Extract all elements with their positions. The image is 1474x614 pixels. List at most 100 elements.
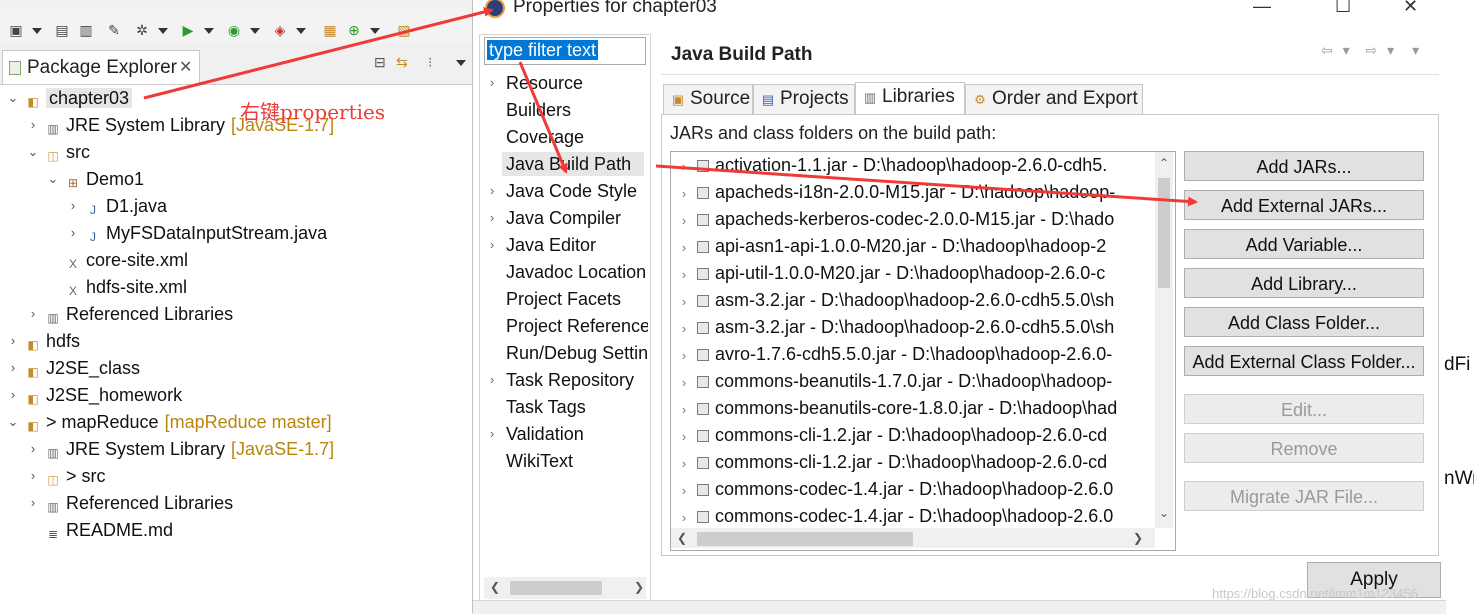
nav-item[interactable]: Task Tags (506, 395, 648, 419)
tree-item[interactable]: › ◫ > src (31, 463, 106, 489)
page-menu-icon[interactable]: ▾ (1412, 42, 1419, 58)
chevron-right-icon[interactable]: › (671, 369, 697, 396)
jar-list-vertical-scrollbar[interactable]: ⌃ ⌄ (1155, 152, 1173, 528)
nav-item[interactable]: Project Facets (506, 287, 648, 311)
scroll-thumb[interactable] (697, 532, 913, 546)
chevron-right-icon[interactable]: › (66, 220, 80, 246)
tree-item[interactable]: Xcore-site.xml (66, 247, 188, 273)
add-external-class-folder-button[interactable]: Add External Class Folder... (1184, 346, 1424, 376)
new-java-project-icon[interactable]: ▦ (322, 22, 338, 38)
jar-list-item[interactable]: › commons-cli-1.2.jar - D:\hadoop\hadoop-… (671, 422, 1107, 449)
edit-button[interactable]: Edit... (1184, 394, 1424, 424)
chevron-right-icon[interactable]: › (671, 315, 697, 342)
scroll-right-icon[interactable]: ❯ (634, 580, 644, 594)
jar-list-item[interactable]: › api-asn1-api-1.0.0-M20.jar - D:\hadoop\… (671, 233, 1106, 260)
new-java-class-icon[interactable]: ⊕ (346, 22, 362, 38)
chevron-right-icon[interactable]: › (26, 436, 40, 462)
chevron-down-icon[interactable]: ▾ (1387, 42, 1394, 58)
chevron-right-icon[interactable]: › (490, 179, 494, 203)
tree-item[interactable]: ⌄ ◧ > mapReduce [mapReduce master] (8, 409, 332, 435)
scroll-thumb[interactable] (510, 581, 602, 595)
nav-item[interactable]: Project References (506, 314, 648, 338)
coverage-dropdown-icon[interactable] (250, 28, 260, 34)
chevron-right-icon[interactable]: › (671, 261, 697, 288)
tree-item[interactable]: › ▥ Referenced Libraries (31, 490, 233, 516)
debug-icon[interactable]: ✲ (134, 22, 150, 38)
chevron-right-icon[interactable]: › (671, 504, 697, 531)
chevron-right-icon[interactable]: › (490, 368, 494, 392)
scroll-right-icon[interactable]: ❯ (1133, 531, 1143, 545)
nav-item[interactable]: Java Build Path (502, 152, 644, 176)
back-icon[interactable]: ⇦ (1321, 42, 1333, 58)
jar-list-item[interactable]: › commons-codec-1.4.jar - D:\hadoop\hadoo… (671, 503, 1113, 530)
tree-item[interactable]: ⌄ ⊞ Demo1 (48, 166, 144, 192)
tree-item[interactable]: › ◧ hdfs (11, 328, 80, 354)
nav-item[interactable]: Resource (506, 71, 648, 95)
nav-item[interactable]: Task Repository (506, 368, 648, 392)
minimize-icon[interactable]: — (1253, 0, 1271, 17)
tree-item[interactable]: ≣ README.md (46, 517, 173, 543)
chevron-right-icon[interactable]: › (671, 288, 697, 315)
jar-list-item[interactable]: › apacheds-kerberos-codec-2.0.0-M15.jar -… (671, 206, 1114, 233)
toggle-breakpoint-icon[interactable]: ✎ (106, 22, 122, 38)
nav-item[interactable]: Run/Debug Settings (506, 341, 648, 365)
maximize-icon[interactable]: ☐ (1335, 0, 1351, 17)
nav-item[interactable]: Javadoc Location (506, 260, 648, 284)
jar-list-horizontal-scrollbar[interactable]: ❮ ❯ (671, 528, 1155, 548)
filter-input-text[interactable]: type filter text (487, 40, 599, 60)
scroll-down-icon[interactable]: ⌄ (1159, 506, 1169, 520)
tree-item[interactable]: Xhdfs-site.xml (66, 274, 187, 300)
tree-item[interactable]: ⌄ ◫ src (28, 139, 90, 165)
view-menu-icon[interactable]: ⁝ (428, 54, 432, 71)
add-jars-button[interactable]: Add JARs... (1184, 151, 1424, 181)
run-dropdown-icon[interactable] (204, 28, 214, 34)
jar-list-item[interactable]: › api-util-1.0.0-M20.jar - D:\hadoop\hado… (671, 260, 1105, 287)
chevron-down-icon[interactable]: ⌄ (6, 409, 20, 435)
close-icon[interactable]: ✕ (179, 57, 192, 77)
nav-item[interactable]: Java Compiler (506, 206, 648, 230)
chevron-right-icon[interactable]: › (671, 207, 697, 234)
open-type-icon[interactable]: ▧ (396, 22, 412, 38)
chevron-right-icon[interactable]: › (671, 180, 697, 207)
nav-horizontal-scrollbar[interactable]: ❮ ❯ (484, 577, 646, 599)
chevron-right-icon[interactable]: › (6, 328, 20, 354)
package-explorer-tab[interactable]: Package Explorer ✕ (2, 50, 200, 85)
chevron-right-icon[interactable]: › (26, 301, 40, 327)
scroll-left-icon[interactable]: ❮ (490, 580, 500, 594)
chevron-right-icon[interactable]: › (490, 233, 494, 257)
save-all-icon[interactable]: ▥ (78, 22, 94, 38)
add-external-jars-button[interactable]: Add External JARs... (1184, 190, 1424, 220)
tree-item[interactable]: › J D1.java (71, 193, 167, 219)
filter-input[interactable]: type filter text (484, 37, 646, 65)
forward-icon[interactable]: ⇨ (1366, 42, 1378, 58)
add-class-folder-button[interactable]: Add Class Folder... (1184, 307, 1424, 337)
close-window-icon[interactable]: ✕ (1403, 0, 1418, 17)
chevron-right-icon[interactable]: › (671, 396, 697, 423)
coverage-icon[interactable]: ◉ (226, 22, 242, 38)
jar-list[interactable]: › activation-1.1.jar - D:\hadoop\hadoop-2… (670, 151, 1176, 551)
jar-list-item[interactable]: › commons-beanutils-1.7.0.jar - D:\hadoop… (671, 368, 1112, 395)
jar-list-item[interactable]: › asm-3.2.jar - D:\hadoop\hadoop-2.6.0-cd… (671, 287, 1114, 314)
external-tools-icon[interactable]: ◈ (272, 22, 288, 38)
chevron-right-icon[interactable]: › (26, 112, 40, 138)
save-icon[interactable]: ▤ (54, 22, 70, 38)
chevron-right-icon[interactable]: › (671, 450, 697, 477)
chevron-right-icon[interactable]: › (490, 422, 494, 446)
scroll-up-icon[interactable]: ⌃ (1159, 156, 1169, 170)
chevron-right-icon[interactable]: › (671, 153, 697, 180)
add-variable-button[interactable]: Add Variable... (1184, 229, 1424, 259)
tab-projects[interactable]: ▤ Projects (753, 84, 855, 116)
tab-libraries[interactable]: ▥ Libraries (855, 82, 965, 116)
nav-item[interactable]: Java Code Style (506, 179, 648, 203)
tree-item[interactable]: › J MyFSDataInputStream.java (71, 220, 327, 246)
tab-order-and-export[interactable]: ⚙ Order and Export (965, 84, 1143, 116)
tree-item[interactable]: › ◧ J2SE_class (11, 355, 140, 381)
add-library-button[interactable]: Add Library... (1184, 268, 1424, 298)
tab-source[interactable]: ▣ Source (663, 84, 753, 116)
collapse-all-icon[interactable]: ⊟ (374, 54, 386, 71)
nav-item[interactable]: WikiText (506, 449, 648, 473)
external-tools-dropdown-icon[interactable] (296, 28, 306, 34)
nav-item[interactable]: Coverage (506, 125, 648, 149)
run-icon[interactable]: ▶ (180, 22, 196, 38)
tree-item[interactable]: › ▥ JRE System Library [JavaSE-1.7] (31, 436, 334, 462)
